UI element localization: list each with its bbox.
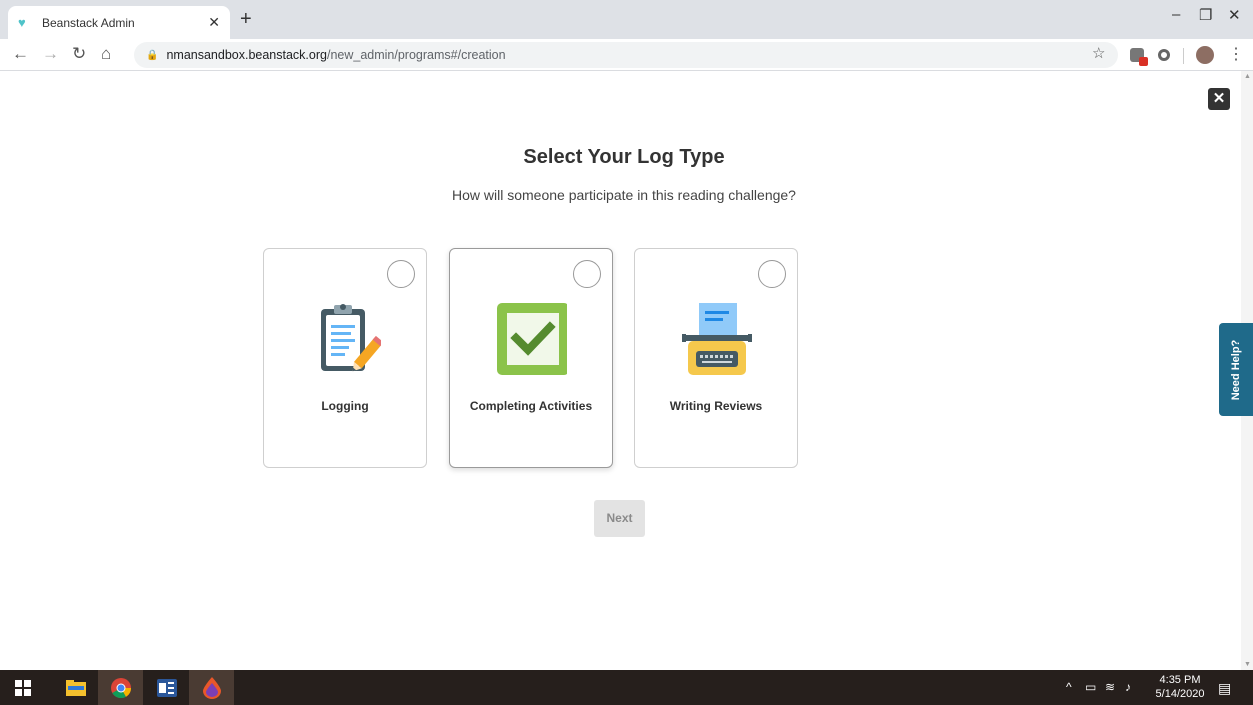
- lock-icon: 🔒: [146, 49, 159, 61]
- need-help-button[interactable]: Need Help?: [1219, 323, 1253, 416]
- log-type-option-logging[interactable]: Logging: [263, 248, 427, 468]
- close-tab-icon[interactable]: ✕: [208, 14, 220, 31]
- minimize-icon[interactable]: –: [1172, 6, 1180, 23]
- folder-icon: [65, 679, 86, 696]
- clock-date: 5/14/2020: [1155, 688, 1205, 700]
- address-bar[interactable]: 🔒 nmansandbox.beanstack.org/new_admin/pr…: [134, 42, 1118, 68]
- close-window-icon[interactable]: ✕: [1228, 6, 1241, 24]
- back-icon[interactable]: ←: [12, 44, 29, 64]
- scroll-up-icon[interactable]: ▲: [1244, 73, 1251, 80]
- taskbar-app[interactable]: [189, 670, 234, 705]
- option-label: Completing Activities: [469, 399, 593, 413]
- profile-avatar[interactable]: [1196, 46, 1214, 64]
- wifi-icon[interactable]: ≋: [1105, 680, 1115, 694]
- log-type-option-completing-activities[interactable]: Completing Activities: [449, 248, 613, 468]
- scroll-down-icon[interactable]: ▼: [1244, 661, 1251, 668]
- start-button[interactable]: [0, 670, 45, 705]
- clipboard-pencil-icon: [321, 304, 381, 372]
- browser-toolbar: ← → ↻ ⌂ 🔒 nmansandbox.beanstack.org/new_…: [0, 39, 1253, 71]
- extension-badge: [1139, 57, 1148, 66]
- browser-menu-icon[interactable]: ⋮: [1228, 44, 1244, 64]
- word-icon: [156, 678, 177, 697]
- chrome-icon: [110, 677, 131, 698]
- typewriter-icon: [682, 303, 752, 375]
- page-title: Select Your Log Type: [523, 146, 725, 168]
- windows-taskbar: ^ ▭ ≋ ♪ 4:35 PM 5/14/2020 ▤: [0, 670, 1253, 705]
- extension-circle-icon[interactable]: [1158, 49, 1170, 61]
- taskbar-clock[interactable]: 4:35 PM 5/14/2020: [1150, 673, 1210, 701]
- radio-button[interactable]: [758, 260, 786, 288]
- page-subtitle: How will someone participate in this rea…: [452, 187, 796, 203]
- need-help-label: Need Help?: [1230, 339, 1242, 400]
- droplet-app-icon: [202, 676, 221, 699]
- reload-icon[interactable]: ↻: [72, 44, 86, 64]
- home-icon[interactable]: ⌂: [101, 44, 111, 64]
- volume-icon[interactable]: ♪: [1125, 680, 1131, 694]
- taskbar-file-explorer[interactable]: [53, 670, 98, 705]
- new-tab-icon[interactable]: +: [240, 8, 252, 31]
- extension-icon[interactable]: [1130, 48, 1148, 66]
- windows-logo-icon: [14, 679, 31, 696]
- battery-icon[interactable]: ▭: [1085, 680, 1096, 694]
- browser-tab-bar: ♥ Beanstack Admin ✕ + – ❐ ✕: [0, 0, 1253, 39]
- browser-tab[interactable]: ♥ Beanstack Admin ✕: [8, 6, 230, 39]
- notifications-icon[interactable]: ▤: [1218, 680, 1231, 697]
- next-button[interactable]: Next: [594, 500, 645, 537]
- taskbar-chrome[interactable]: [98, 670, 143, 705]
- log-type-option-writing-reviews[interactable]: Writing Reviews: [634, 248, 798, 468]
- restore-icon[interactable]: ❐: [1199, 6, 1212, 24]
- chevron-up-icon[interactable]: ^: [1066, 680, 1072, 694]
- bookmark-star-icon[interactable]: ☆: [1092, 44, 1105, 62]
- forward-icon[interactable]: →: [42, 44, 59, 64]
- radio-button[interactable]: [573, 260, 601, 288]
- close-icon[interactable]: ✕: [1208, 88, 1230, 110]
- clock-time: 4:35 PM: [1159, 674, 1201, 686]
- radio-button[interactable]: [387, 260, 415, 288]
- taskbar-word[interactable]: [144, 670, 189, 705]
- option-label: Writing Reviews: [669, 399, 763, 413]
- toolbar-divider: [1183, 48, 1184, 64]
- url-path: /new_admin/programs#/creation: [326, 48, 506, 62]
- checkbox-icon: [497, 303, 567, 375]
- option-label: Logging: [321, 399, 369, 413]
- heart-icon: ♥: [18, 15, 26, 30]
- tab-title: Beanstack Admin: [42, 15, 135, 30]
- url-domain: nmansandbox.beanstack.org: [166, 48, 327, 62]
